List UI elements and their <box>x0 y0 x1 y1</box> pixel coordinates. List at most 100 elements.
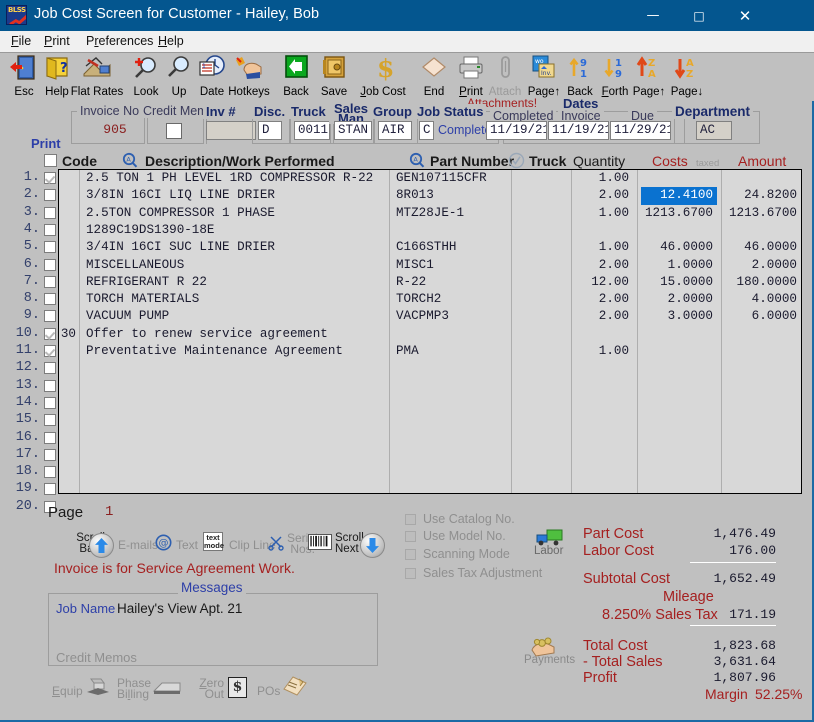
cell-part_number[interactable] <box>393 447 507 464</box>
cell-costs[interactable]: 2.0000 <box>641 291 717 308</box>
cell-amount[interactable] <box>725 395 801 412</box>
cell-costs[interactable]: 1.0000 <box>641 257 717 274</box>
table-row[interactable]: 30Offer to renew service agreement <box>59 326 801 343</box>
row-checkbox[interactable] <box>44 189 56 201</box>
completed-date-input[interactable]: 11/19/21 <box>486 121 547 140</box>
row-checkbox[interactable] <box>44 328 56 340</box>
zero-out-dollar-icon[interactable]: $ <box>228 677 247 698</box>
cell-code[interactable] <box>59 291 78 308</box>
row-checkbox[interactable] <box>44 362 56 374</box>
truck-input[interactable]: 0011 <box>294 121 330 140</box>
cell-description[interactable]: Offer to renew service agreement <box>83 326 385 343</box>
cell-description[interactable] <box>83 395 385 412</box>
text-mode-icon[interactable]: textmode <box>203 532 223 551</box>
cell-code[interactable] <box>59 395 78 412</box>
cell-quantity[interactable]: 12.00 <box>575 274 633 291</box>
cell-description[interactable]: 3/4IN 16CI SUC LINE DRIER <box>83 239 385 256</box>
cell-amount[interactable] <box>725 170 801 187</box>
cell-description[interactable] <box>83 464 385 481</box>
cell-code[interactable] <box>59 343 78 360</box>
cell-description[interactable]: 2.5 TON 1 PH LEVEL 1RD COMPRESSOR R-22 <box>83 170 385 187</box>
at-sign-icon[interactable]: @ <box>155 534 172 551</box>
row-checkbox[interactable] <box>44 310 56 322</box>
cell-part_number[interactable] <box>393 395 507 412</box>
department-input[interactable]: AC <box>696 121 732 140</box>
cell-truck[interactable] <box>515 291 567 308</box>
cell-quantity[interactable]: 2.00 <box>575 187 633 204</box>
cell-description[interactable] <box>83 430 385 447</box>
sales-man-input[interactable]: STAN <box>334 121 372 140</box>
cell-code[interactable] <box>59 430 78 447</box>
cell-truck[interactable] <box>515 378 567 395</box>
cell-description[interactable] <box>83 412 385 429</box>
cell-amount[interactable]: 6.0000 <box>725 308 801 325</box>
table-row[interactable]: 2.5 TON 1 PH LEVEL 1RD COMPRESSOR R-22 GE… <box>59 170 801 187</box>
table-row[interactable] <box>59 395 801 412</box>
cell-amount[interactable]: 180.0000 <box>725 274 801 291</box>
row-checkbox[interactable] <box>44 259 56 271</box>
cell-quantity[interactable]: 2.00 <box>575 291 633 308</box>
cell-code[interactable] <box>59 239 78 256</box>
row-checkbox[interactable] <box>44 172 56 184</box>
cell-truck[interactable] <box>515 274 567 291</box>
cell-quantity[interactable]: 1.00 <box>575 343 633 360</box>
cell-part_number[interactable] <box>393 378 507 395</box>
purchase-orders-icon[interactable] <box>283 676 307 696</box>
cell-code[interactable] <box>59 412 78 429</box>
cell-truck[interactable] <box>515 170 567 187</box>
cell-quantity[interactable]: 2.00 <box>575 308 633 325</box>
table-row[interactable]: 1289C19DS1390-18E <box>59 222 801 239</box>
invoice-date-input[interactable]: 11/19/21 <box>548 121 609 140</box>
row-checkbox[interactable] <box>44 380 56 392</box>
cell-part_number[interactable] <box>393 430 507 447</box>
cell-amount[interactable]: 2.0000 <box>725 257 801 274</box>
cell-truck[interactable] <box>515 395 567 412</box>
cell-code[interactable] <box>59 205 78 222</box>
cell-costs[interactable]: 3.0000 <box>641 308 717 325</box>
cell-part_number[interactable] <box>393 481 507 494</box>
scanning-mode-checkbox[interactable] <box>405 549 416 560</box>
cell-part_number[interactable]: C166STHH <box>393 239 507 256</box>
cell-amount[interactable] <box>725 360 801 377</box>
cell-costs[interactable]: 15.0000 <box>641 274 717 291</box>
table-row[interactable]: Preventative Maintenance AgreementPMA1.0… <box>59 343 801 360</box>
cell-code[interactable] <box>59 360 78 377</box>
cell-part_number[interactable]: VACPMP3 <box>393 308 507 325</box>
cell-truck[interactable] <box>515 222 567 239</box>
cell-description[interactable] <box>83 447 385 464</box>
row-checkbox[interactable] <box>44 276 56 288</box>
table-row[interactable] <box>59 378 801 395</box>
cell-code[interactable] <box>59 308 78 325</box>
cell-amount[interactable]: 24.8200 <box>725 187 801 204</box>
row-checkbox[interactable] <box>44 483 56 495</box>
cell-amount[interactable]: 4.0000 <box>725 291 801 308</box>
table-row[interactable]: 3/8IN 16CI LIQ LINE DRIER8R0132.0012.410… <box>59 187 801 204</box>
cell-part_number[interactable] <box>393 360 507 377</box>
cell-description[interactable] <box>83 360 385 377</box>
cell-code[interactable] <box>59 481 78 494</box>
cell-quantity[interactable] <box>575 412 633 429</box>
cell-amount[interactable] <box>725 326 801 343</box>
cell-code[interactable] <box>59 447 78 464</box>
cell-part_number[interactable]: GEN107115CFR <box>393 170 507 187</box>
line-items-grid[interactable]: 2.5 TON 1 PH LEVEL 1RD COMPRESSOR R-22 GE… <box>58 169 802 494</box>
scissors-icon[interactable] <box>268 534 285 551</box>
cell-truck[interactable] <box>515 205 567 222</box>
cell-truck[interactable] <box>515 464 567 481</box>
description-search-icon[interactable]: A <box>121 152 138 169</box>
cell-costs[interactable]: 46.0000 <box>641 239 717 256</box>
cell-costs[interactable] <box>641 170 717 187</box>
cell-quantity[interactable]: 1.00 <box>575 170 633 187</box>
phase-billing-icon[interactable] <box>152 678 182 696</box>
barcode-icon[interactable] <box>308 534 332 550</box>
cell-amount[interactable] <box>725 481 801 494</box>
table-row[interactable] <box>59 464 801 481</box>
row-checkbox[interactable] <box>44 241 56 253</box>
row-checkbox[interactable] <box>44 449 56 461</box>
maximize-button[interactable]: □ <box>676 0 722 31</box>
row-checkbox[interactable] <box>44 397 56 409</box>
row-checkbox[interactable] <box>44 414 56 426</box>
table-row[interactable] <box>59 360 801 377</box>
cell-quantity[interactable] <box>575 360 633 377</box>
job-status-code[interactable]: C <box>419 121 434 140</box>
